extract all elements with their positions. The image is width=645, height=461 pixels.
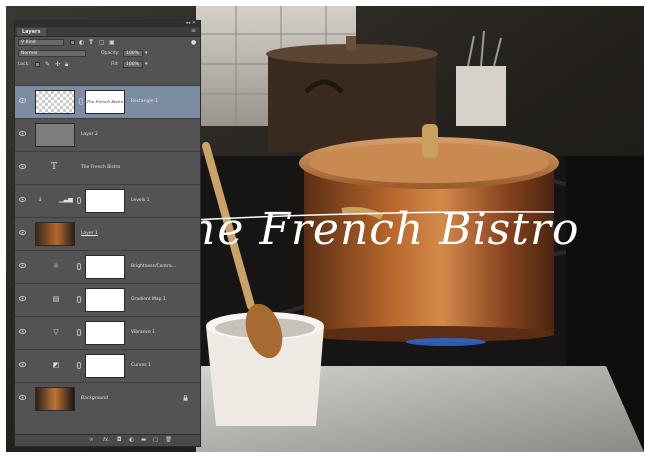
layer-thumbnail[interactable]	[35, 123, 75, 147]
tab-layers[interactable]: Layers	[17, 28, 46, 36]
link-chain-icon[interactable]	[79, 98, 83, 105]
lock-row: Lock: ✎ ✣ 🔒︎ Fill: 100% ▾	[15, 59, 200, 70]
visibility-eye-icon[interactable]	[19, 263, 26, 268]
link-chain-icon[interactable]	[77, 362, 81, 369]
collapse-icon[interactable]: ◂◂ ✕	[185, 20, 196, 26]
fill-value: 100%	[126, 62, 139, 67]
blend-mode-select[interactable]: Normal	[18, 50, 86, 57]
layer-mask-thumbnail[interactable]	[85, 255, 125, 279]
visibility-eye-icon[interactable]	[19, 329, 26, 334]
layer-mask-thumbnail[interactable]	[85, 288, 125, 312]
lock-position-icon[interactable]: ✣	[55, 61, 60, 68]
layer-rectangle-1[interactable]: The French Bistro Rectangle 1	[15, 85, 200, 118]
layer-levels-1[interactable]: ↓ ▁▃▅ Levels 1	[15, 184, 200, 217]
layer-brightness-contrast[interactable]: ☼ Brightness/Contra...	[15, 250, 200, 283]
layer-the-french-bistro[interactable]: T The French Bistro	[15, 151, 200, 184]
link-chain-icon[interactable]	[77, 197, 81, 204]
visibility-eye-icon[interactable]	[19, 164, 26, 169]
opacity-value: 100%	[126, 51, 139, 56]
visibility-eye-icon[interactable]	[19, 98, 26, 103]
levels-icon: ▁▃▅	[59, 196, 73, 203]
layer-gradient-map-1[interactable]: ▤ Gradient Map 1	[15, 283, 200, 316]
lock-label: Lock:	[18, 62, 30, 67]
filter-toggle-icon[interactable]: ●	[191, 39, 196, 46]
opacity-dropdown-icon[interactable]: ▾	[145, 50, 148, 57]
filter-row: ⚲ Kind ◐ T ▢ ▣ ●	[15, 37, 200, 48]
clip-arrow-icon: ↓	[37, 196, 43, 203]
filter-pixel-icon[interactable]	[70, 40, 75, 45]
lock-image-icon[interactable]: ✎	[45, 61, 50, 68]
layer-mask-thumbnail[interactable]: The French Bistro	[85, 90, 125, 114]
layers-list: The French Bistro Rectangle 1 Layer 2 T …	[15, 85, 200, 415]
layer-name[interactable]: Layer 2	[81, 131, 98, 139]
visibility-eye-icon[interactable]	[19, 197, 26, 202]
opacity-input[interactable]: 100%	[123, 50, 143, 57]
vibrance-icon: ▽	[53, 328, 59, 336]
layer-name[interactable]: Curves 1	[131, 362, 151, 370]
lock-icon	[183, 395, 188, 401]
link-chain-icon[interactable]	[77, 263, 81, 270]
layer-thumbnail[interactable]	[35, 222, 75, 246]
fill-label: Fill:	[111, 62, 119, 67]
fill-input[interactable]: 100%	[123, 61, 143, 68]
lock-all-icon[interactable]: 🔒︎	[65, 61, 68, 68]
fx-button[interactable]: fx.	[103, 437, 110, 444]
layer-name[interactable]: Background	[81, 395, 108, 403]
brightness-icon: ☼	[52, 262, 60, 270]
layers-tabbar: Layers ≡	[15, 27, 200, 37]
gradient-map-icon: ▤	[52, 295, 60, 303]
layer-name[interactable]: Gradient Map 1	[131, 296, 166, 304]
layer-name[interactable]: Levels 1	[131, 197, 150, 205]
link-chain-icon[interactable]	[77, 296, 81, 303]
blend-row: Normal Opacity: 100% ▾	[15, 48, 200, 59]
opacity-label: Opacity:	[101, 51, 120, 56]
curves-icon: ◩	[52, 361, 60, 369]
link-layers-icon[interactable]: ∞	[89, 437, 94, 444]
link-chain-icon[interactable]	[77, 329, 81, 336]
add-mask-icon[interactable]: ◘	[117, 437, 121, 444]
panel-menu-icon[interactable]: ≡	[191, 27, 196, 34]
layer-curves-1[interactable]: ◩ Curves 1	[15, 349, 200, 382]
layer-thumbnail[interactable]	[35, 387, 75, 411]
layer-mask-thumbnail[interactable]	[85, 321, 125, 345]
layer-thumbnail[interactable]	[35, 90, 75, 114]
delete-layer-icon[interactable]: 🗑︎	[165, 437, 172, 444]
filter-smart-object-icon[interactable]: ▣	[109, 39, 115, 46]
layers-bottom-bar: ∞ fx. ◘ ◐ ▬ ▢ 🗑︎	[15, 434, 200, 446]
layer-name[interactable]: Rectangle 1	[131, 98, 158, 106]
layer-name[interactable]: Brightness/Contra...	[131, 263, 176, 271]
text-layer-icon: T	[50, 162, 57, 172]
filter-kind-select[interactable]: ⚲ Kind	[18, 39, 64, 46]
layer-mask-thumbnail[interactable]	[85, 354, 125, 378]
filter-type-icon[interactable]: T	[89, 39, 93, 46]
new-group-icon[interactable]: ▬	[141, 437, 146, 444]
visibility-eye-icon[interactable]	[19, 131, 26, 136]
document-canvas[interactable]: he French Bistro ◂◂ ✕ Layers ≡ ⚲ Kind ◐ …	[6, 6, 644, 452]
layer-background[interactable]: Background	[15, 382, 200, 415]
layer-name[interactable]: The French Bistro	[81, 164, 120, 172]
visibility-eye-icon[interactable]	[19, 296, 26, 301]
layer-layer-1[interactable]: Layer 1	[15, 217, 200, 250]
layer-mask-thumbnail[interactable]	[85, 189, 125, 213]
filter-shape-icon[interactable]: ▢	[99, 39, 105, 46]
layer-layer-2[interactable]: Layer 2	[15, 118, 200, 151]
adjustment-layer-icon[interactable]: ◐	[129, 437, 134, 444]
visibility-eye-icon[interactable]	[19, 362, 26, 367]
layers-panel[interactable]: ◂◂ ✕ Layers ≡ ⚲ Kind ◐ T ▢ ▣ ● Normal Op…	[14, 20, 201, 447]
filter-adjustment-icon[interactable]: ◐	[79, 39, 84, 46]
lock-transparent-icon[interactable]	[35, 62, 40, 67]
new-layer-icon[interactable]: ▢	[153, 437, 158, 444]
visibility-eye-icon[interactable]	[19, 230, 26, 235]
fill-dropdown-icon[interactable]: ▾	[145, 61, 148, 68]
filter-kind-value: Kind	[25, 40, 36, 45]
blend-mode-value: Normal	[21, 51, 38, 56]
layer-vibrance-1[interactable]: ▽ Vibrance 1	[15, 316, 200, 349]
layer-name[interactable]: Layer 1	[81, 230, 98, 238]
visibility-eye-icon[interactable]	[19, 395, 26, 400]
layer-name[interactable]: Vibrance 1	[131, 329, 155, 337]
